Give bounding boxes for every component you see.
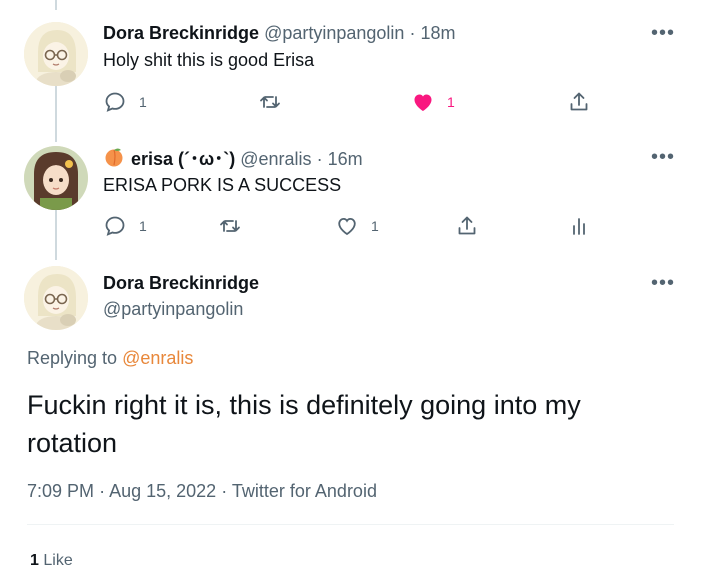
more-options-icon[interactable]: ••• [651,23,675,43]
analytics-button[interactable] [567,214,591,238]
avatar[interactable] [24,22,88,86]
separator: · [99,481,106,501]
display-name[interactable]: Dora Breckinridge [103,23,259,43]
heart-outline-icon [338,217,356,236]
separator: · [221,481,228,501]
tweet-header: Dora Breckinridge @partyinpangolin · 18m [103,22,456,44]
tweet-date[interactable]: Aug 15, 2022 [109,481,216,501]
replying-to-label: Replying to [27,348,118,368]
peach-emoji-icon [103,146,125,173]
retweet-button[interactable] [258,90,282,114]
focused-handle-line: @partyinpangolin [103,298,243,320]
tweet-source[interactable]: Twitter for Android [232,481,377,501]
like-button[interactable]: 1 [411,90,455,114]
user-handle[interactable]: @partyinpangolin [103,299,243,319]
retweet-icon [220,220,240,232]
focused-tweet-text: Fuckin right it is, this is definitely g… [27,390,581,458]
tweet-time[interactable]: 7:09 PM [27,481,94,501]
avatar[interactable] [24,146,88,210]
tweet-2[interactable]: erisa (´･ω･`) @enralis · 16m ••• ERISA P… [0,146,701,246]
avatar[interactable] [24,266,88,330]
tweet-text: Holy shit this is good Erisa [103,50,315,70]
like-count: 1 [447,94,455,110]
avatar-image [24,22,88,86]
avatar-image [24,266,88,330]
likes-label: Like [43,552,73,569]
focused-display-name: Dora Breckinridge [103,272,259,294]
divider [27,524,674,525]
share-button[interactable] [455,214,479,238]
mention-link[interactable]: @enralis [122,348,193,368]
share-icon [570,92,588,111]
tweet-actions: 1 1 [103,214,623,238]
more-options-icon[interactable]: ••• [651,273,675,293]
user-handle[interactable]: @partyinpangolin [264,23,404,43]
heart-filled-icon [414,94,432,111]
reply-count: 1 [139,218,147,234]
timestamp[interactable]: 18m [420,23,455,43]
more-options-icon[interactable]: ••• [651,147,675,167]
timestamp[interactable]: 16m [328,149,363,169]
separator: · [409,23,416,43]
likes-count: 1 [30,552,39,569]
reply-button[interactable]: 1 [103,214,147,238]
reply-icon [105,92,125,112]
likes-summary[interactable]: 1 Like [30,552,73,570]
like-button[interactable]: 1 [335,214,379,238]
display-name[interactable]: Dora Breckinridge [103,273,259,293]
reply-count: 1 [139,94,147,110]
tweet-1[interactable]: Dora Breckinridge @partyinpangolin · 18m… [0,22,701,122]
avatar-image [24,146,88,210]
share-icon [458,216,476,235]
replying-to: Replying to @enralis [27,348,193,369]
tweet-header: erisa (´･ω･`) @enralis · 16m [103,146,363,173]
user-handle[interactable]: @enralis [240,149,311,169]
analytics-icon [573,218,585,235]
retweet-icon [260,96,280,108]
separator: · [316,149,323,169]
reply-button[interactable]: 1 [103,90,147,114]
tweet-text: ERISA PORK IS A SUCCESS [103,175,342,195]
thread-line-top [55,0,57,10]
retweet-button[interactable] [218,214,242,238]
share-button[interactable] [567,90,591,114]
tweet-actions: 1 1 [103,90,623,114]
like-count: 1 [371,218,379,234]
reply-icon [105,216,125,236]
display-name[interactable]: erisa (´･ω･`) [131,149,235,169]
tweet-meta: 7:09 PM · Aug 15, 2022 · Twitter for And… [27,481,377,502]
